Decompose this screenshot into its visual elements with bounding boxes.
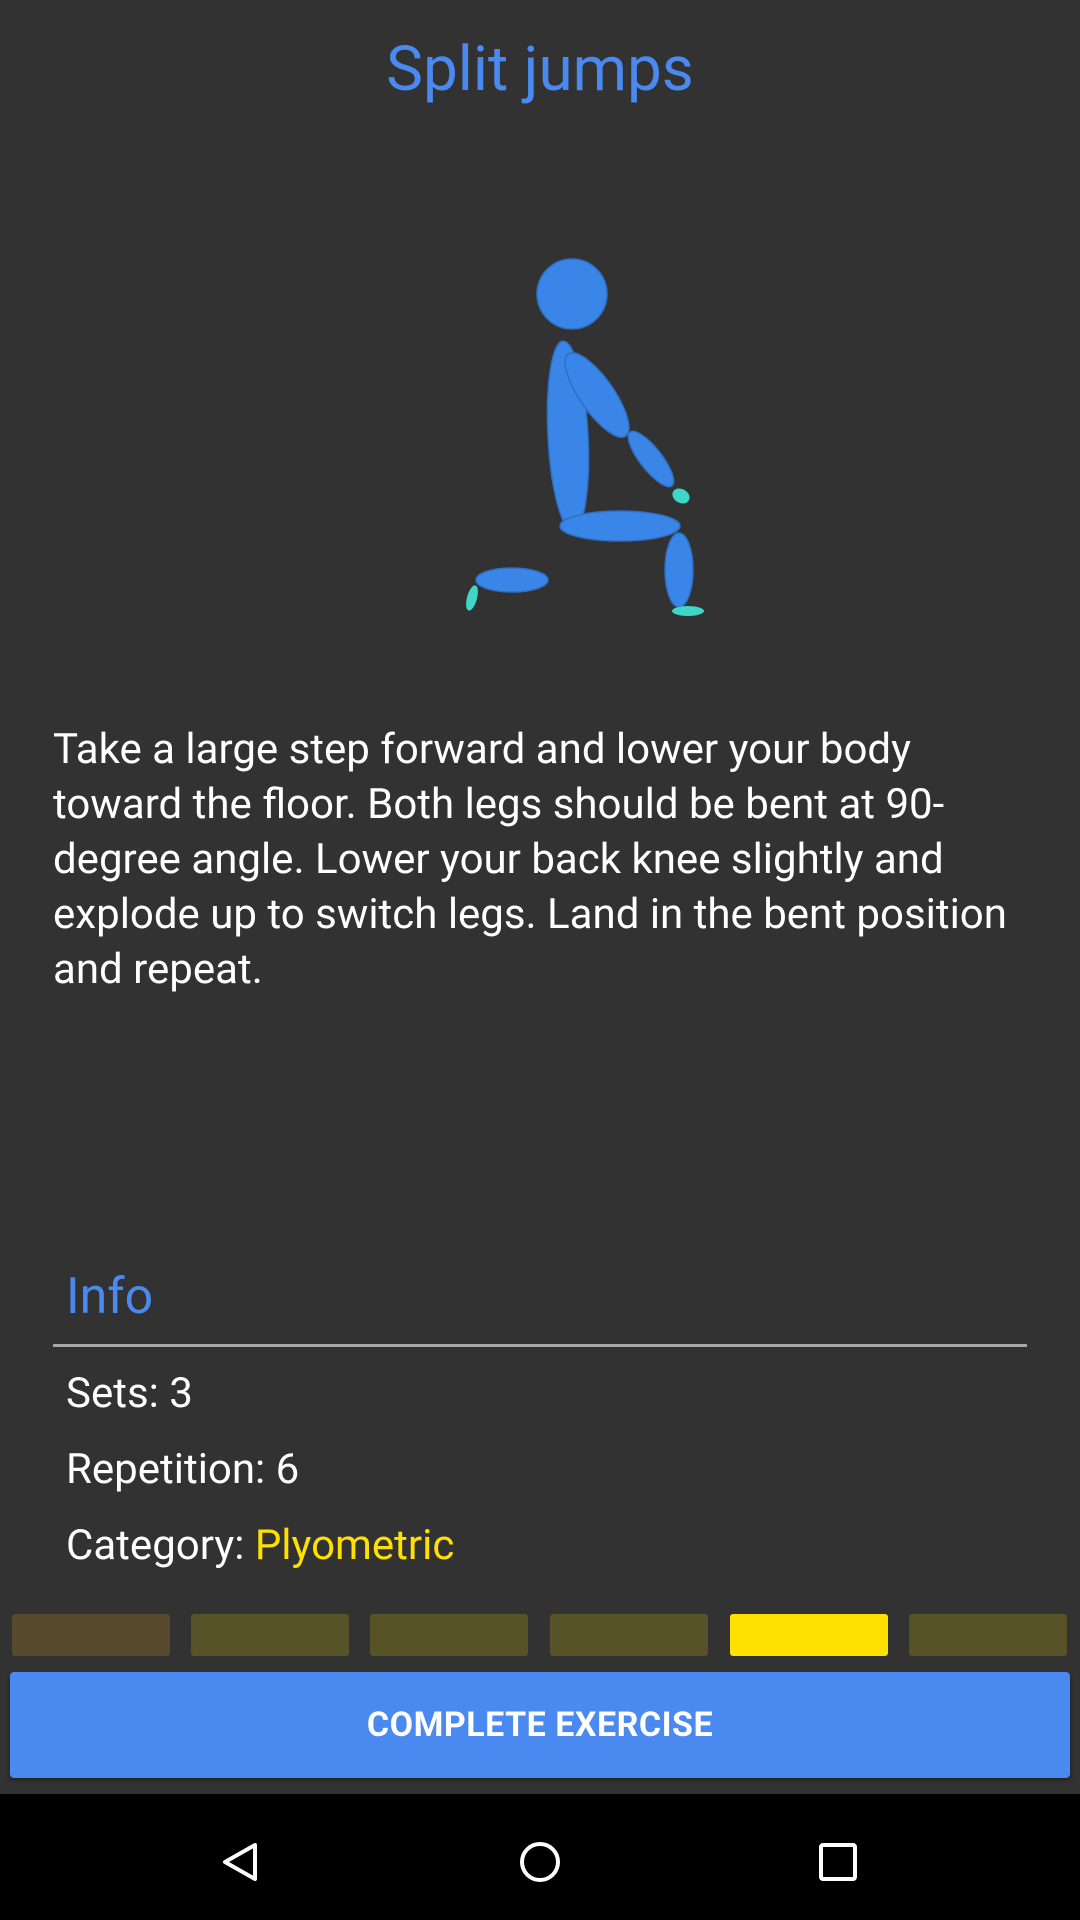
system-navigation-bar [0,1794,1080,1920]
back-triangle-icon[interactable] [190,1812,290,1912]
progress-segment-2 [191,1614,349,1656]
home-circle-icon[interactable] [490,1812,590,1912]
sets-value: 3 [169,1369,193,1418]
sets-row: Sets: 3 [66,1366,193,1422]
exercise-title: Split jumps [386,33,694,106]
info-header: Info [66,1268,154,1326]
progress-segment-5 [730,1614,888,1656]
repetition-value: 6 [275,1445,300,1494]
complete-exercise-button[interactable]: COMPLETE EXERCISE [10,1672,1070,1778]
exercise-description: Take a large step forward and lower your… [53,725,1007,994]
repetition-row: Repetition: 6 [66,1442,299,1498]
repetition-label: Repetition: [66,1445,266,1494]
progress-segment-3 [370,1614,528,1656]
category-value: Plyometric [254,1521,455,1570]
info-divider [53,1344,1027,1347]
recents-square-icon[interactable] [788,1812,888,1912]
progress-segment-6 [909,1614,1067,1656]
exercise-progress [12,1614,1068,1658]
category-row: Category: Plyometric [66,1518,454,1574]
progress-segment-1 [12,1614,170,1656]
split-jump-figure-icon [440,240,740,640]
sets-label: Sets: [66,1369,159,1418]
category-label: Category: [66,1521,245,1570]
progress-segment-4 [550,1614,708,1656]
